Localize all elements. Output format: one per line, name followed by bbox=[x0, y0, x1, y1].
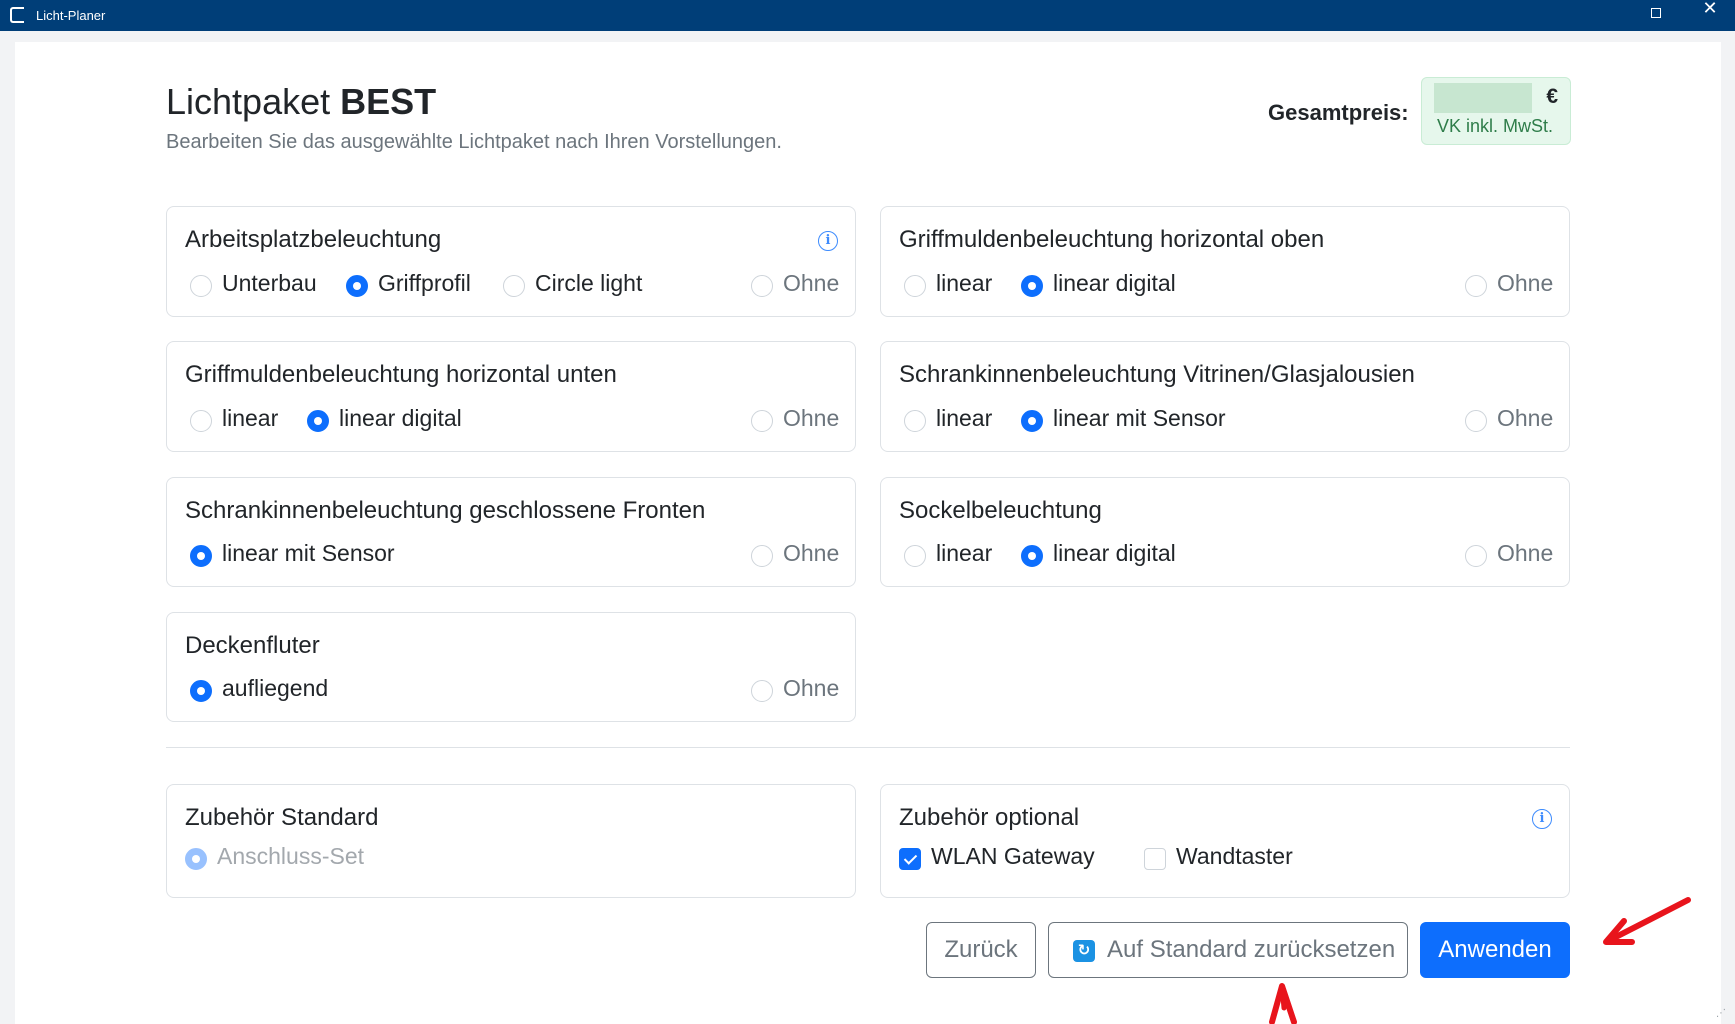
radio-circle[interactable] bbox=[503, 275, 525, 297]
section-divider bbox=[166, 747, 1570, 748]
page-title: Lichtpaket BEST bbox=[166, 81, 436, 123]
page-subtitle: Bearbeiten Sie das ausgewählte Lichtpake… bbox=[166, 131, 782, 153]
radio-circle[interactable] bbox=[190, 545, 212, 567]
radio-label: linear bbox=[936, 270, 993, 296]
radio-label: Ohne bbox=[783, 675, 840, 701]
maximize-icon bbox=[1651, 8, 1661, 18]
radio-circle[interactable] bbox=[1021, 275, 1043, 297]
card-arbeitsplatzbeleuchtung: Arbeitsplatzbeleuchtung i Unterbau Griff… bbox=[166, 206, 856, 317]
radio-label: Circle light bbox=[535, 270, 643, 296]
info-icon[interactable]: i bbox=[818, 231, 838, 251]
card-zubehoer-standard: Zubehör Standard Anschluss-Set bbox=[166, 784, 856, 898]
annotation-arrow-up-icon bbox=[1269, 983, 1297, 1024]
radio-circle[interactable] bbox=[190, 275, 212, 297]
radio-circle[interactable] bbox=[904, 275, 926, 297]
card-title: Arbeitsplatzbeleuchtung bbox=[185, 226, 442, 253]
radio-circle[interactable] bbox=[1465, 545, 1487, 567]
checkbox-box[interactable] bbox=[1144, 848, 1166, 870]
window-title: Licht-Planer bbox=[36, 8, 106, 23]
radio-circle[interactable] bbox=[1465, 275, 1487, 297]
radio-label: Ohne bbox=[783, 540, 840, 566]
radio-label: Ohne bbox=[1497, 540, 1554, 566]
radio-label: linear digital bbox=[339, 405, 462, 431]
radio-circle[interactable] bbox=[190, 680, 212, 702]
radio-label: Anschluss-Set bbox=[217, 843, 365, 869]
card-title: Zubehör Standard bbox=[185, 804, 379, 831]
title-prefix: Lichtpaket bbox=[166, 81, 331, 122]
card-schrankinnen-geschlossen: Schrankinnenbeleuchtung geschlossene Fro… bbox=[166, 477, 856, 587]
radio-label: linear bbox=[222, 405, 279, 431]
radio-label: Ohne bbox=[1497, 405, 1554, 431]
radio-label: aufliegend bbox=[222, 675, 329, 701]
radio-label: linear mit Sensor bbox=[1053, 405, 1226, 431]
info-icon[interactable]: i bbox=[1532, 809, 1552, 829]
radio-circle[interactable] bbox=[904, 410, 926, 432]
window-titlebar: Licht-Planer ✕ bbox=[0, 0, 1735, 31]
radio-label: linear bbox=[936, 540, 993, 566]
radio-circle[interactable] bbox=[1021, 545, 1043, 567]
card-title: Griffmuldenbeleuchtung horizontal unten bbox=[185, 361, 617, 388]
card-deckenfluter: Deckenfluter aufliegend Ohne bbox=[166, 612, 856, 722]
radio-circle[interactable] bbox=[904, 545, 926, 567]
card-title: Deckenfluter bbox=[185, 632, 320, 659]
radio-circle[interactable] bbox=[1021, 410, 1043, 432]
radio-circle[interactable] bbox=[1465, 410, 1487, 432]
card-griffmulden-oben: Griffmuldenbeleuchtung horizontal oben l… bbox=[880, 206, 1570, 317]
maximize-button[interactable] bbox=[1642, 2, 1670, 26]
reset-button-label: Auf Standard zurücksetzen bbox=[1107, 936, 1396, 963]
app-logo-icon bbox=[10, 7, 24, 23]
radio-label: Ohne bbox=[783, 270, 840, 296]
radio-circle[interactable] bbox=[751, 545, 773, 567]
title-package-name: BEST bbox=[340, 81, 437, 122]
back-button[interactable]: Zurück bbox=[926, 922, 1036, 978]
price-note: VK inkl. MwSt. bbox=[1437, 116, 1554, 136]
card-title: Schrankinnenbeleuchtung geschlossene Fro… bbox=[185, 497, 706, 524]
apply-button[interactable]: Anwenden bbox=[1420, 922, 1570, 978]
card-sockelbeleuchtung: Sockelbeleuchtung linear linear digital … bbox=[880, 477, 1570, 587]
radio-circle[interactable] bbox=[346, 275, 368, 297]
refresh-icon: ↻ bbox=[1073, 940, 1095, 962]
card-title: Schrankinnenbeleuchtung Vitrinen/Glasjal… bbox=[899, 361, 1415, 388]
radio-circle[interactable] bbox=[307, 410, 329, 432]
radio-label: linear bbox=[936, 405, 993, 431]
card-griffmulden-unten: Griffmuldenbeleuchtung horizontal unten … bbox=[166, 341, 856, 452]
radio-circle[interactable] bbox=[190, 410, 212, 432]
card-schrankinnen-vitrinen: Schrankinnenbeleuchtung Vitrinen/Glasjal… bbox=[880, 341, 1570, 452]
radio-label: Griffprofil bbox=[378, 270, 471, 296]
radio-label: Unterbau bbox=[222, 270, 317, 296]
total-price-label: Gesamtpreis: bbox=[1268, 100, 1409, 125]
price-redaction bbox=[1434, 83, 1532, 113]
annotation-arrow-right-icon bbox=[1603, 897, 1691, 945]
radio-circle[interactable] bbox=[751, 275, 773, 297]
card-title: Griffmuldenbeleuchtung horizontal oben bbox=[899, 226, 1325, 253]
reset-to-standard-button[interactable]: ↻ Auf Standard zurücksetzen bbox=[1048, 922, 1408, 978]
card-title: Zubehör optional bbox=[899, 804, 1080, 831]
total-price-box: € VK inkl. MwSt. bbox=[1421, 77, 1571, 145]
radio-label: Ohne bbox=[783, 405, 840, 431]
radio-label: Ohne bbox=[1497, 270, 1554, 296]
radio-label: linear digital bbox=[1053, 270, 1176, 296]
resize-grip-icon[interactable]: ⋰ bbox=[1716, 1008, 1730, 1022]
radio-label: linear mit Sensor bbox=[222, 540, 395, 566]
checkbox-label: WLAN Gateway bbox=[931, 843, 1095, 869]
radio-circle[interactable] bbox=[751, 680, 773, 702]
radio-label: linear digital bbox=[1053, 540, 1176, 566]
radio-circle[interactable] bbox=[751, 410, 773, 432]
card-zubehoer-optional: Zubehör optional i WLAN Gateway Wandtast… bbox=[880, 784, 1570, 898]
radio-circle bbox=[185, 848, 207, 870]
checkbox-box[interactable] bbox=[899, 848, 921, 870]
close-button[interactable]: ✕ bbox=[1695, 0, 1725, 28]
card-title: Sockelbeleuchtung bbox=[899, 497, 1102, 524]
checkbox-label: Wandtaster bbox=[1176, 843, 1293, 869]
